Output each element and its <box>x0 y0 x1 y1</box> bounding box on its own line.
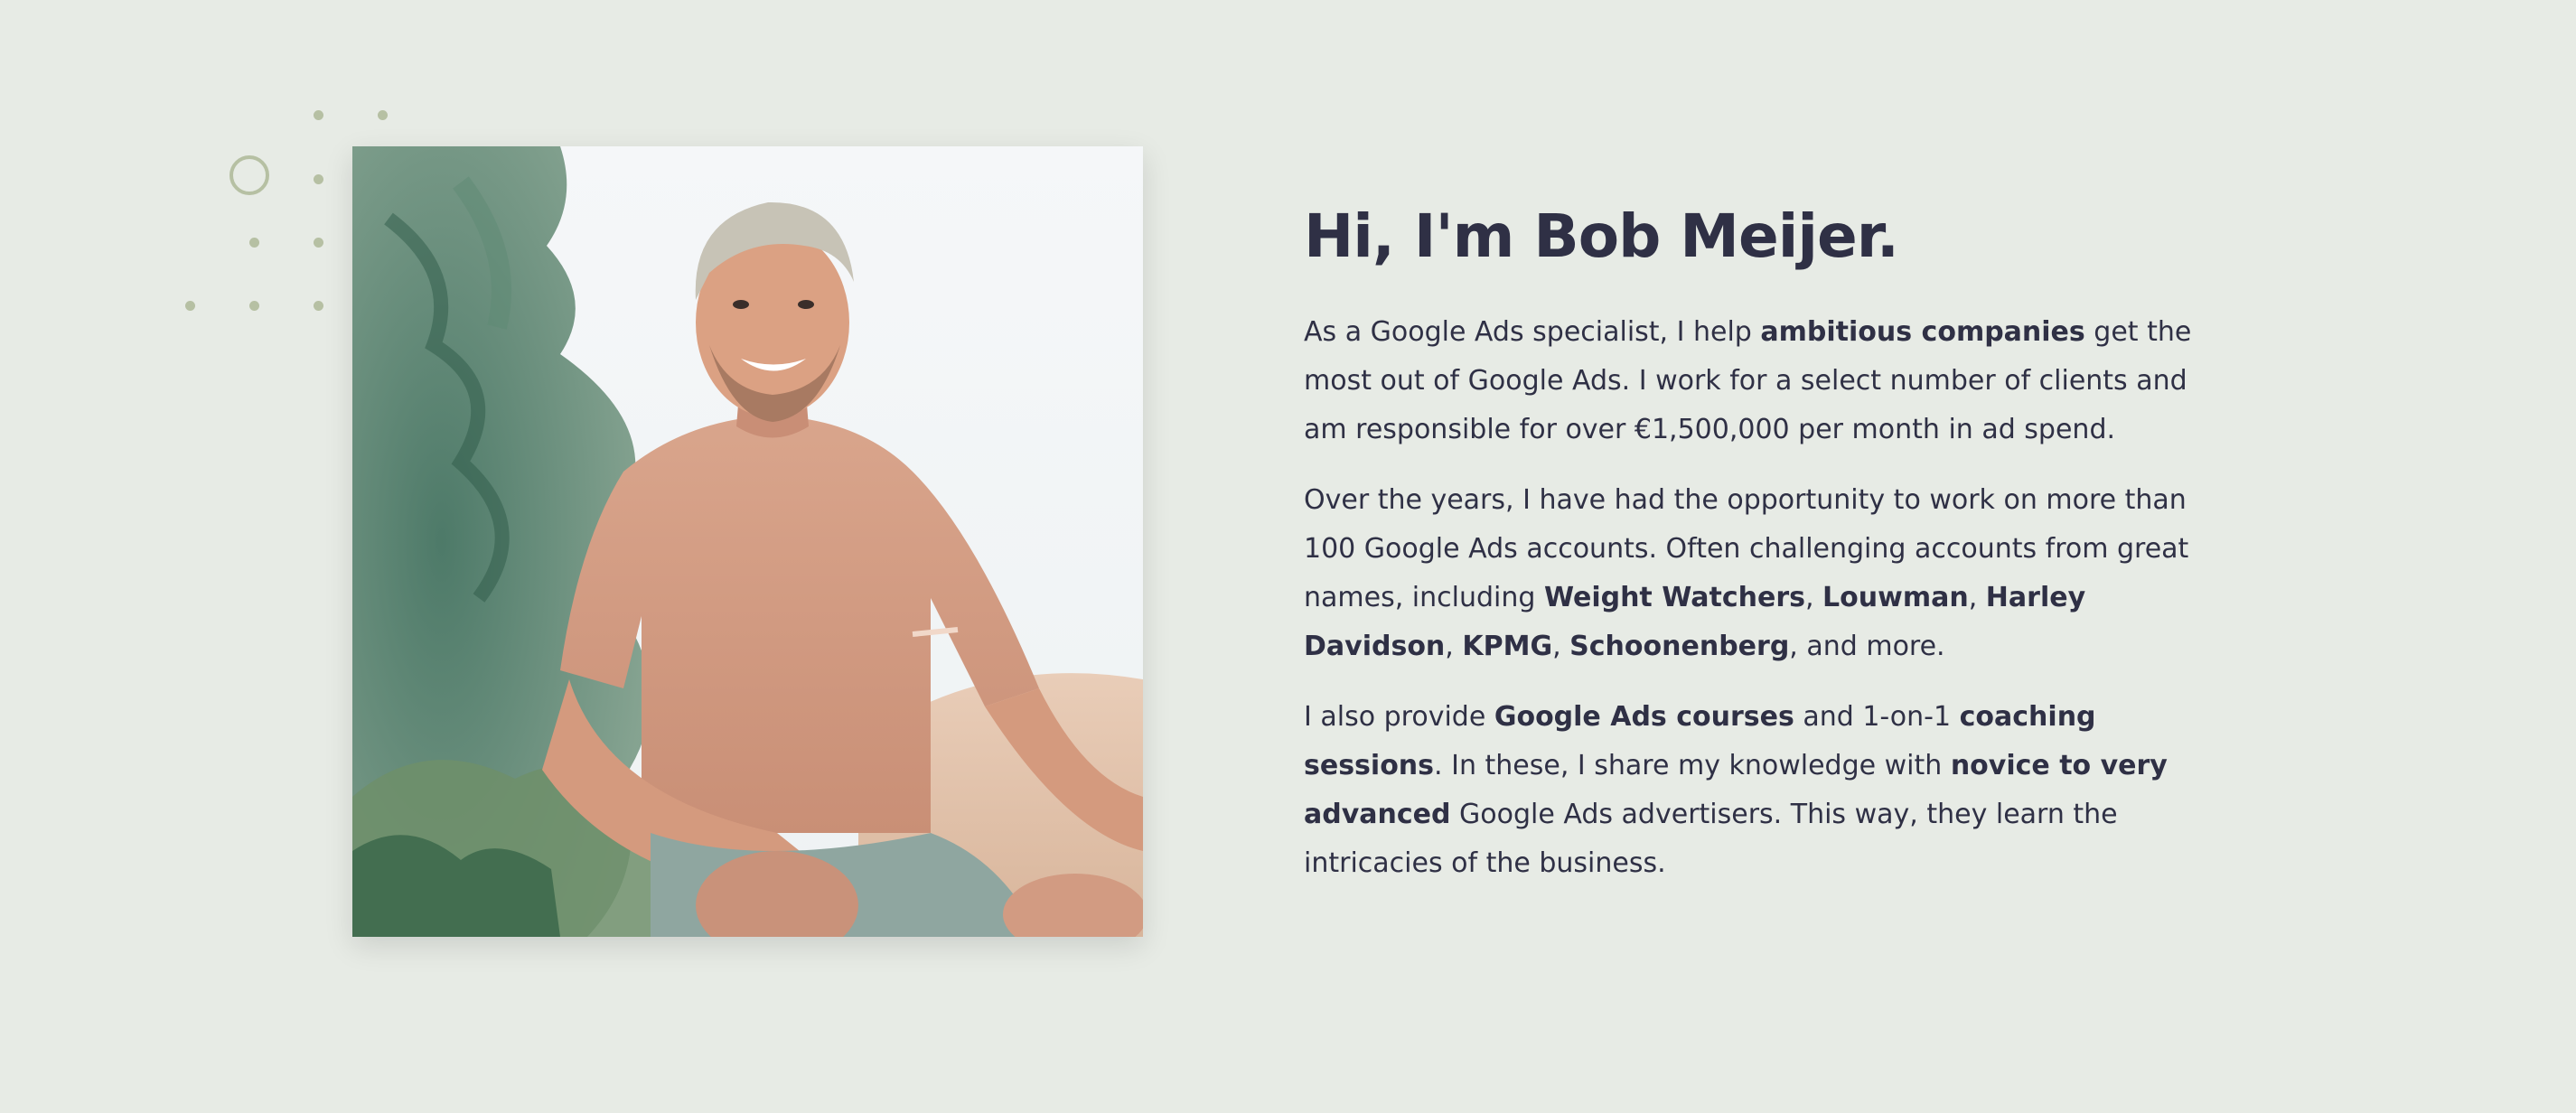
portrait-photo <box>352 146 1143 937</box>
separator: , <box>1552 631 1570 663</box>
decorative-dot <box>314 110 323 120</box>
portrait-illustration <box>352 146 1143 937</box>
decorative-dot <box>249 301 259 311</box>
decorative-dot <box>185 301 195 311</box>
experience-paragraph: Over the years, I have had the opportuni… <box>1304 476 2234 671</box>
intro-paragraph: As a Google Ads specialist, I help ambit… <box>1304 308 2234 454</box>
paragraph-text: and 1-on-1 <box>1794 701 1960 734</box>
decorative-dot <box>378 110 388 120</box>
decorative-dot <box>249 238 259 248</box>
decorative-dot <box>314 174 323 184</box>
paragraph-text: I also provide <box>1304 701 1494 734</box>
separator: , <box>1445 631 1463 663</box>
about-section: Hi, I'm Bob Meijer. As a Google Ads spec… <box>0 0 2576 1113</box>
page-title: Hi, I'm Bob Meijer. <box>1304 201 1899 271</box>
highlight-text: Google Ads courses <box>1494 701 1794 734</box>
separator: , <box>1804 582 1823 614</box>
separator: , <box>1968 582 1986 614</box>
paragraph-text: As a Google Ads specialist, I help <box>1304 316 1761 349</box>
courses-paragraph: I also provide Google Ads courses and 1-… <box>1304 693 2234 888</box>
highlight-text: ambitious companies <box>1760 316 2085 349</box>
client-name: Schoonenberg <box>1569 631 1790 663</box>
paragraph-text: , and more. <box>1789 631 1945 663</box>
about-text: Hi, I'm Bob Meijer. As a Google Ads spec… <box>1304 201 2234 910</box>
decorative-ring <box>229 155 269 195</box>
client-name: Weight Watchers <box>1543 582 1805 614</box>
paragraph-text: . In these, I share my knowledge with <box>1434 750 1951 782</box>
client-name: Louwman <box>1822 582 1969 614</box>
decorative-dot <box>314 301 323 311</box>
client-name: KPMG <box>1462 631 1553 663</box>
decorative-dot <box>314 238 323 248</box>
